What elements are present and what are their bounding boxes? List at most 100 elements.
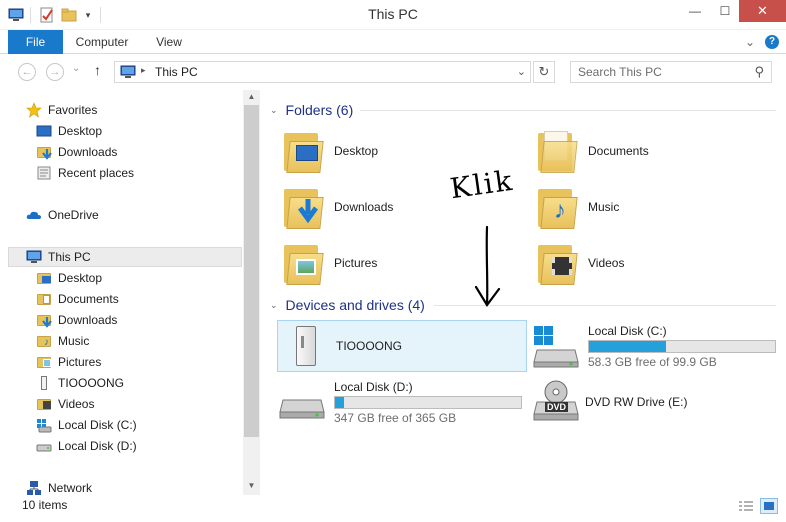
nav-item-label: Desktop — [58, 271, 103, 285]
device-tiooooong[interactable]: TIOOOONG — [277, 320, 527, 372]
search-input[interactable]: Search This PC ⚲ — [570, 61, 772, 83]
recent-locations-icon[interactable]: ⌄ — [72, 63, 80, 74]
videos-folder-icon — [36, 396, 52, 412]
folders-group-title: Folders (6) — [285, 102, 354, 118]
desktop-folder-icon — [280, 127, 328, 175]
drive-dvd-rw-e[interactable]: DVD DVD RW Drive (E:) — [531, 376, 687, 428]
downloads-folder-icon — [280, 183, 328, 231]
address-dropdown-icon[interactable]: ⌄ — [517, 65, 526, 78]
window-title: This PC — [368, 6, 418, 22]
up-button[interactable]: ↑ — [94, 62, 101, 78]
forward-button[interactable]: → — [46, 63, 64, 81]
devices-group-header[interactable]: ⌄ Devices and drives (4) — [270, 295, 425, 315]
nav-pc-local-disk-d[interactable]: Local Disk (D:) — [36, 436, 137, 456]
large-icons-view-icon[interactable] — [760, 498, 778, 514]
folder-desktop[interactable]: Desktop — [280, 125, 378, 177]
pictures-folder-icon — [36, 354, 52, 370]
tile-label: Music — [588, 200, 620, 214]
drive-free-space: 347 GB free of 365 GB — [334, 411, 457, 425]
ribbon-expand-icon[interactable]: ⌄ — [742, 30, 758, 54]
scroll-up-icon[interactable]: ▲ — [243, 90, 260, 104]
nav-favorites-label: Favorites — [48, 103, 98, 117]
folder-pictures[interactable]: Pictures — [280, 237, 377, 289]
back-button[interactable]: ← — [18, 63, 36, 81]
title-bar: ▾ This PC — ☐ ✕ — [0, 0, 786, 30]
nav-this-pc-label: This PC — [48, 250, 91, 264]
nav-pc-music[interactable]: ♪ Music — [36, 331, 89, 351]
nav-pc-local-disk-c[interactable]: Local Disk (C:) — [36, 415, 137, 435]
nav-item-label: Music — [58, 334, 90, 348]
desktop-icon — [36, 123, 52, 139]
tile-label: Videos — [588, 256, 625, 270]
breadcrumb-separator-icon[interactable]: ▸ — [141, 65, 146, 76]
minimize-button[interactable]: — — [680, 0, 710, 22]
tile-label: Downloads — [334, 200, 394, 214]
drive-usage-fill — [589, 341, 667, 352]
close-button[interactable]: ✕ — [739, 0, 786, 22]
tab-view[interactable]: View — [144, 30, 194, 54]
nav-item-label: Recent places — [58, 166, 135, 180]
nav-favorites-recent-places[interactable]: Recent places — [36, 163, 134, 183]
drive-usage-fill — [335, 397, 345, 408]
windows-drive-icon — [531, 322, 581, 370]
drive-local-disk-d[interactable]: Local Disk (D:) 347 GB free of 365 GB — [277, 376, 527, 428]
scroll-thumb[interactable] — [244, 105, 259, 437]
nav-pc-documents[interactable]: Documents — [36, 289, 119, 309]
content-pane: ⌄ Folders (6) Desktop Documents Download… — [260, 90, 786, 495]
address-bar[interactable]: ▸ This PC ⌄ — [114, 61, 531, 83]
breadcrumb-this-pc[interactable]: This PC — [155, 65, 198, 79]
search-icon[interactable]: ⚲ — [754, 64, 764, 80]
help-icon[interactable]: ? — [765, 35, 779, 49]
details-view-icon[interactable] — [738, 499, 754, 516]
nav-item-label: Desktop — [58, 124, 103, 138]
drive-local-disk-c[interactable]: Local Disk (C:) 58.3 GB free of 99.9 GB — [531, 320, 781, 372]
nav-item-label: Downloads — [58, 313, 118, 327]
address-row: ← → ⌄ ↑ ▸ This PC ⌄ ↻ Search This PC ⚲ — [0, 54, 786, 90]
folders-group-header[interactable]: ⌄ Folders (6) — [270, 100, 353, 120]
portable-device-icon — [282, 322, 330, 370]
scroll-down-icon[interactable]: ▼ — [243, 479, 260, 493]
group-divider — [360, 110, 776, 111]
nav-pc-downloads[interactable]: Downloads — [36, 310, 117, 330]
folder-downloads[interactable]: Downloads — [280, 181, 393, 233]
nav-this-pc[interactable]: This PC — [8, 247, 242, 267]
nav-pc-videos[interactable]: Videos — [36, 394, 94, 414]
nav-favorites-desktop[interactable]: Desktop — [36, 121, 102, 141]
nav-onedrive[interactable]: OneDrive — [26, 205, 99, 225]
nav-item-label: Local Disk (D:) — [58, 439, 137, 453]
collapse-chevron-icon[interactable]: ⌄ — [270, 300, 278, 311]
drive-name: Local Disk (D:) — [334, 380, 413, 394]
annotation-arrow-icon — [474, 225, 501, 307]
network-icon — [26, 480, 42, 496]
tab-file[interactable]: File — [8, 30, 63, 54]
nav-scrollbar[interactable]: ▲ ▼ — [243, 90, 260, 495]
maximize-button[interactable]: ☐ — [710, 0, 740, 22]
collapse-chevron-icon[interactable]: ⌄ — [270, 105, 278, 116]
device-icon — [36, 375, 52, 391]
nav-item-label: Videos — [58, 397, 95, 411]
folder-documents[interactable]: Documents — [534, 125, 649, 177]
drive-usage-bar — [334, 396, 522, 409]
nav-onedrive-label: OneDrive — [48, 208, 99, 222]
nav-favorites[interactable]: Favorites — [26, 100, 97, 120]
nav-network-label: Network — [48, 481, 93, 495]
tile-label: Desktop — [334, 144, 379, 158]
refresh-button[interactable]: ↻ — [533, 61, 555, 83]
cloud-icon — [26, 207, 42, 223]
nav-pc-desktop[interactable]: Desktop — [36, 268, 102, 288]
drive-usage-bar — [588, 340, 776, 353]
navigation-pane: Favorites Desktop Downloads Recent place… — [0, 90, 260, 495]
nav-item-label: Local Disk (C:) — [58, 418, 137, 432]
drive-icon — [277, 378, 327, 426]
this-pc-nav-icon — [26, 249, 42, 265]
nav-pc-pictures[interactable]: Pictures — [36, 352, 101, 372]
windows-drive-icon — [36, 417, 52, 433]
folder-videos[interactable]: Videos — [534, 237, 624, 289]
drive-name: Local Disk (C:) — [588, 324, 667, 338]
nav-pc-tiooooong[interactable]: TIOOOONG — [36, 373, 124, 393]
nav-favorites-downloads[interactable]: Downloads — [36, 142, 117, 162]
nav-item-label: Downloads — [58, 145, 118, 159]
folder-music[interactable]: ♪ Music — [534, 181, 619, 233]
tab-computer[interactable]: Computer — [66, 30, 138, 54]
annotation-klik: Klik — [448, 163, 516, 206]
